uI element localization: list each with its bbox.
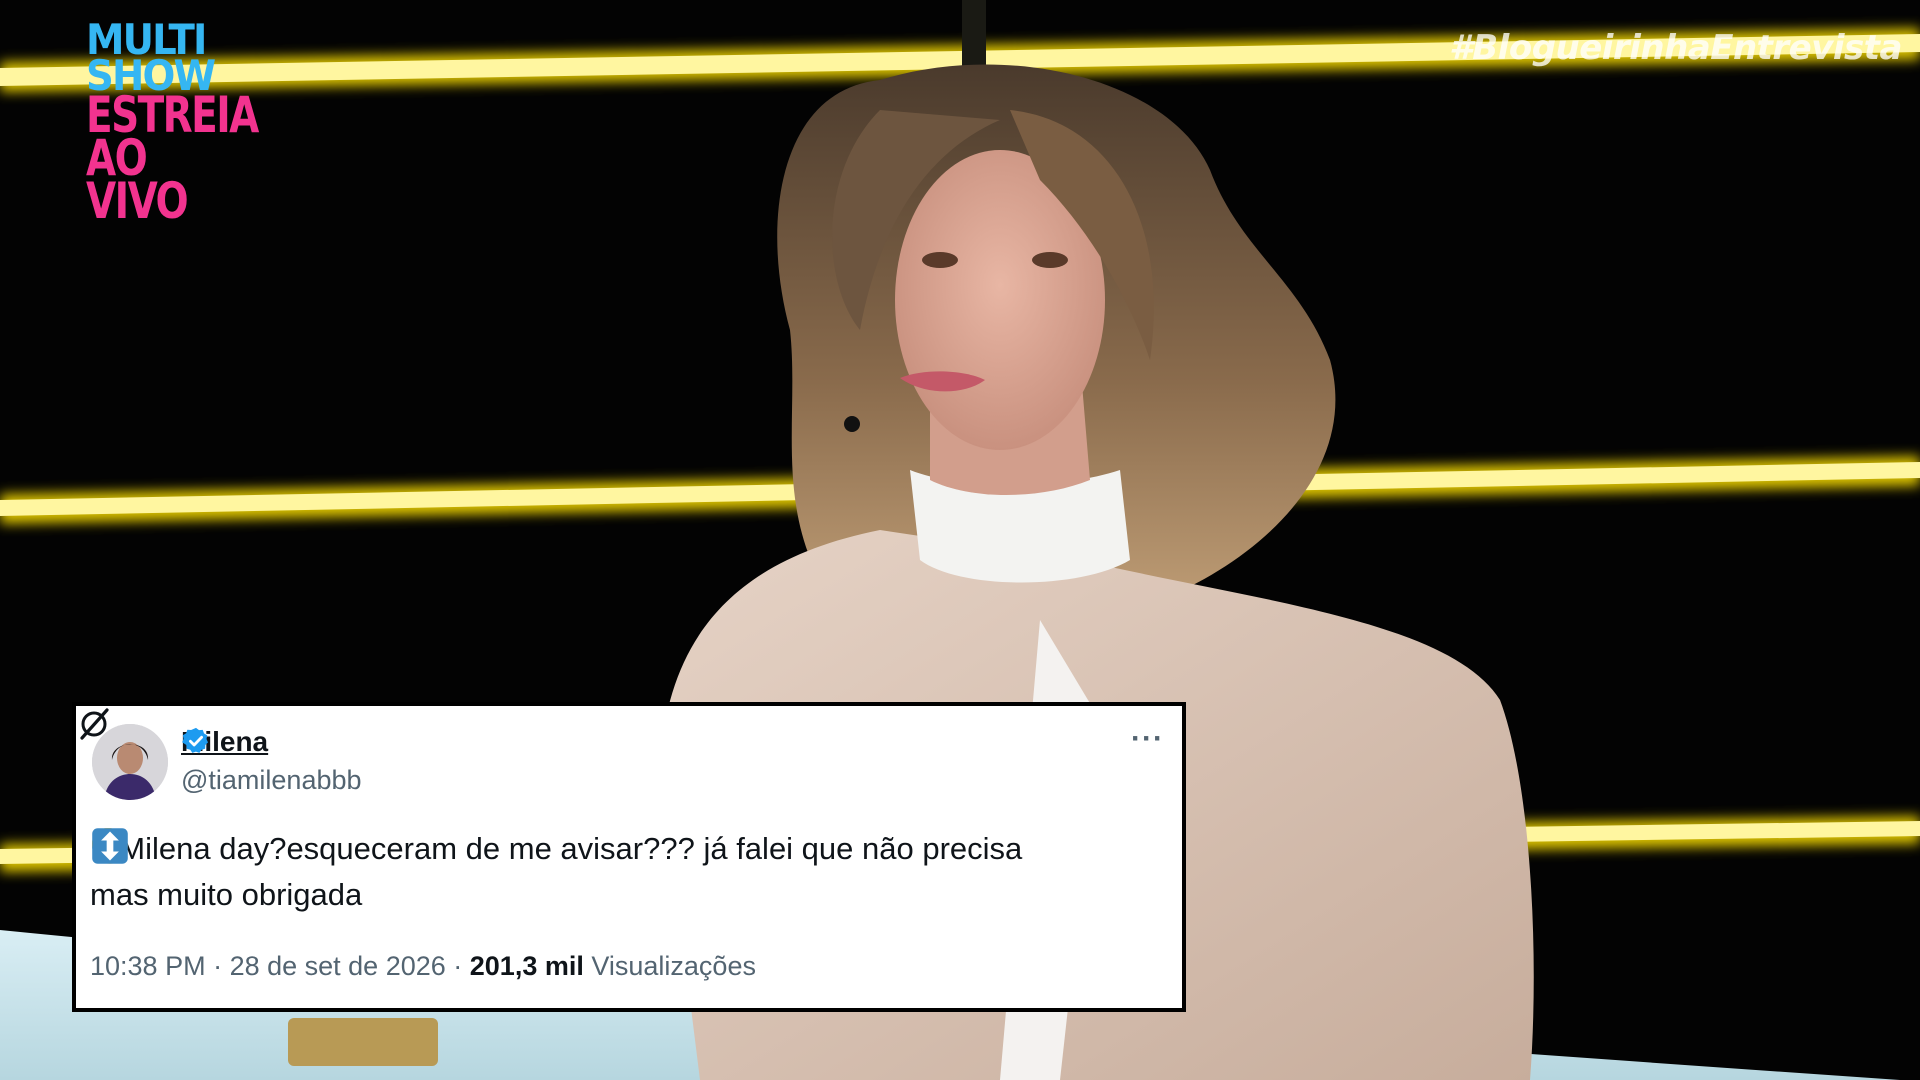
tweet-text-part-1: É Milena day?esqueceram de me avisar??? bbox=[90, 831, 695, 866]
author-handle[interactable]: @tiamilenabbb bbox=[181, 765, 362, 796]
tweet-meta: 10:38 PM · 28 de set de 2026 · 201,3 mil… bbox=[90, 951, 756, 982]
logo-line-4: AO VIVO bbox=[86, 129, 189, 231]
tweet-text-part-3: mas muito obrigada bbox=[90, 877, 363, 912]
views-count: 201,3 mil bbox=[469, 951, 584, 981]
verified-badge-icon bbox=[182, 727, 208, 753]
cup bbox=[288, 1018, 438, 1066]
meta-separator: · bbox=[445, 951, 470, 981]
tweet-text: É Milena day?esqueceram de me avisar??? … bbox=[90, 826, 1170, 918]
tweet-card[interactable]: Milena @tiamilenabbb ··· É Milena day?es… bbox=[72, 702, 1186, 1012]
meta-separator: · bbox=[205, 951, 230, 981]
author-name-row: Milena bbox=[181, 726, 268, 758]
grok-icon[interactable] bbox=[76, 706, 112, 742]
broadcast-frame: MULTI SHOW ESTREIA AO VIVO #Blogueirinha… bbox=[0, 0, 1920, 1080]
show-hashtag: #BlogueirinhaEntrevista bbox=[1449, 28, 1902, 68]
views-label: Visualizações bbox=[591, 951, 756, 981]
channel-logo: MULTI SHOW ESTREIA AO VIVO bbox=[86, 18, 259, 231]
more-options-icon[interactable]: ··· bbox=[1131, 722, 1164, 756]
tweet-text-part-2: já falei que não precisa bbox=[694, 831, 1023, 866]
tweet-time[interactable]: 10:38 PM bbox=[90, 951, 206, 981]
tweet-date[interactable]: 28 de set de 2026 bbox=[230, 951, 446, 981]
